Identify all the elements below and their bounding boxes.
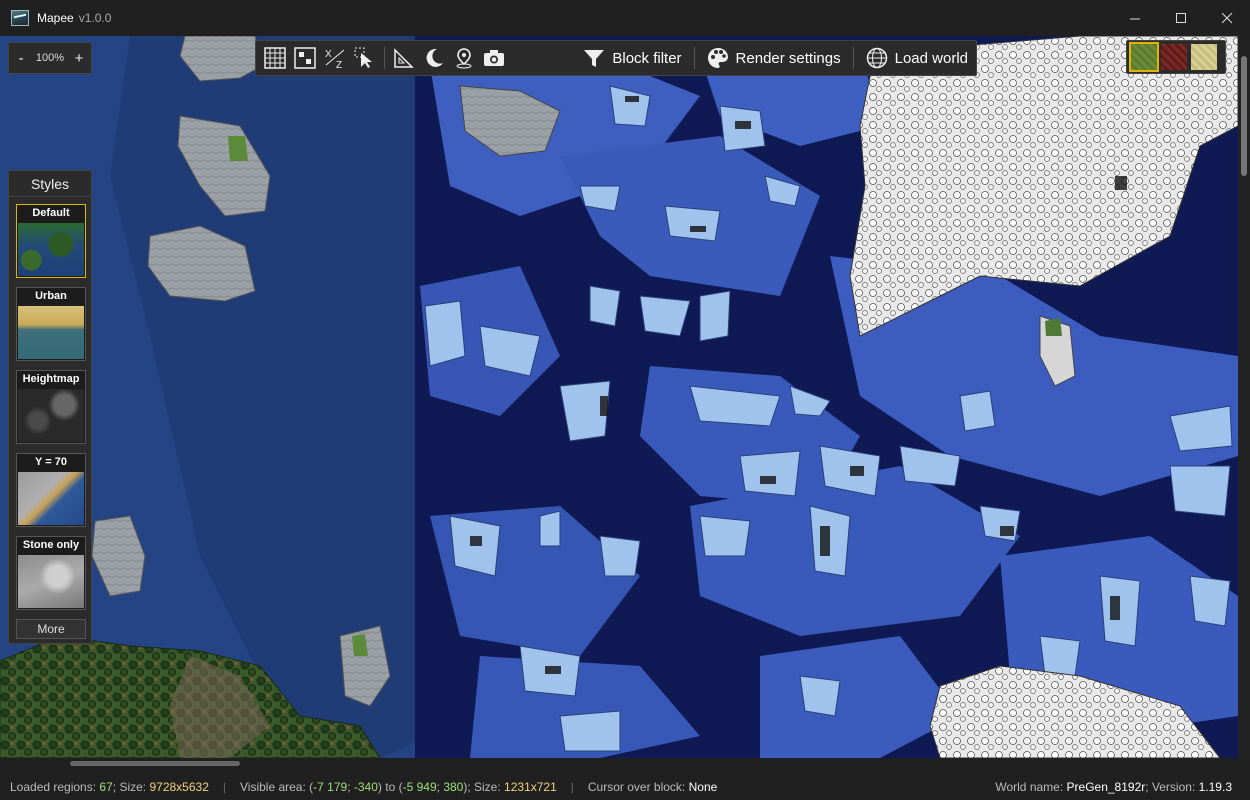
visible-to-y: 380	[443, 780, 464, 794]
style-label: Default	[32, 207, 70, 219]
app-window: Mapee v1.0.0 - 100% + X Z Block filter R…	[0, 0, 1250, 800]
svg-text:X: X	[325, 49, 332, 60]
version-value: 1.19.3	[1198, 780, 1232, 794]
window-controls	[1112, 0, 1250, 36]
cursor-block-value: None	[688, 780, 718, 794]
load-world-label: Load world	[894, 49, 968, 67]
chunk-toggle-button[interactable]	[290, 43, 320, 73]
select-tool-button[interactable]	[350, 43, 380, 73]
chunk-icon	[294, 47, 316, 69]
render-settings-label: Render settings	[735, 49, 841, 67]
style-thumbnail	[18, 223, 84, 276]
load-world-button[interactable]: Load world	[858, 43, 976, 73]
style-thumbnail	[18, 306, 84, 359]
marker-tool-button[interactable]	[449, 43, 479, 73]
styles-panel-title: Styles	[9, 171, 91, 197]
loaded-regions-value: 67	[99, 780, 113, 794]
close-icon	[1221, 12, 1232, 23]
svg-text:Z: Z	[336, 60, 342, 69]
world-name-value: PreGen_8192r	[1066, 780, 1146, 794]
zoom-level: 100%	[35, 52, 65, 64]
style-default[interactable]: Default	[16, 204, 86, 278]
zoom-control: - 100% +	[8, 42, 92, 74]
nether-swatch[interactable]	[1161, 44, 1187, 70]
cursor-block-label: Cursor over block:	[587, 780, 686, 794]
status-bar: Loaded regions: 67; Size: 9728x5632 | Vi…	[0, 774, 1250, 800]
rendered-map	[0, 36, 1238, 758]
style-heightmap[interactable]: Heightmap	[16, 370, 86, 444]
overworld-swatch[interactable]	[1129, 42, 1159, 72]
end-swatch[interactable]	[1191, 44, 1217, 70]
size-value: 9728x5632	[149, 780, 209, 794]
coordinates-icon: X Z	[325, 49, 345, 69]
zoom-out-button[interactable]: -	[14, 50, 28, 67]
dimension-selector	[1126, 40, 1226, 74]
style-thumbnail	[18, 472, 84, 525]
app-logo-icon	[11, 10, 29, 26]
style-urban[interactable]: Urban	[16, 287, 86, 361]
horizontal-scroll-thumb[interactable]	[70, 761, 240, 766]
night-mode-button[interactable]	[419, 43, 449, 73]
maximize-button[interactable]	[1158, 0, 1204, 36]
style-thumbnail	[18, 389, 84, 442]
style-label: Y = 70	[35, 456, 67, 468]
map-canvas[interactable]	[0, 36, 1238, 758]
map-toolbar: X Z Block filter Render settings Load wo…	[255, 40, 977, 76]
globe-icon	[866, 47, 887, 69]
world-info: World name: PreGen_8192r; Version: 1.19.…	[995, 774, 1232, 800]
styles-panel: Styles Default Urban Heightmap Y = 70 St…	[8, 170, 92, 644]
more-styles-button[interactable]: More	[16, 619, 86, 639]
select-cursor-icon	[354, 47, 372, 68]
visible-to-x: -5 949	[402, 780, 437, 794]
style-stone-only[interactable]: Stone only	[16, 536, 86, 610]
visible-from-y: -340	[353, 780, 378, 794]
visible-size-value: 1231x721	[504, 780, 557, 794]
maximize-icon	[1175, 12, 1186, 23]
render-settings-button[interactable]: Render settings	[699, 43, 849, 73]
ruler-icon	[394, 48, 414, 68]
minimize-button[interactable]	[1112, 0, 1158, 36]
style-label: Urban	[35, 290, 67, 302]
close-button[interactable]	[1204, 0, 1250, 36]
title-bar: Mapee v1.0.0	[0, 0, 1250, 36]
ruler-tool-button[interactable]	[389, 43, 419, 73]
toolbar-separator	[693, 47, 695, 69]
zoom-in-button[interactable]: +	[72, 50, 86, 67]
block-filter-button[interactable]: Block filter	[575, 43, 689, 73]
marker-icon	[456, 48, 472, 69]
coordinates-toggle-button[interactable]: X Z	[320, 43, 350, 73]
style-label: Stone only	[22, 539, 80, 551]
visible-area-label: Visible area:	[240, 780, 306, 794]
screenshot-button[interactable]	[479, 43, 509, 73]
grid-toggle-button[interactable]	[260, 43, 290, 73]
style-y70[interactable]: Y = 70	[16, 453, 86, 527]
app-title: Mapee	[37, 11, 74, 25]
palette-icon	[707, 48, 728, 68]
vertical-scroll-thumb[interactable]	[1241, 56, 1247, 176]
block-filter-label: Block filter	[612, 49, 682, 67]
size-label: ; Size:	[112, 780, 147, 794]
style-thumbnail	[18, 555, 84, 608]
minimize-icon	[1129, 18, 1140, 19]
app-version: v1.0.0	[78, 11, 112, 25]
grid-icon	[264, 47, 286, 69]
night-mode-icon	[426, 48, 443, 67]
version-label: ; Version:	[1145, 780, 1196, 794]
toolbar-separator	[852, 47, 854, 69]
screenshot-icon	[484, 50, 504, 66]
filter-icon	[584, 50, 605, 67]
style-label: Heightmap	[22, 373, 80, 385]
loaded-regions-label: Loaded regions:	[10, 780, 97, 794]
toolbar-separator	[384, 47, 385, 69]
world-name-label: World name:	[995, 780, 1064, 794]
visible-from-x: -7 179	[313, 780, 348, 794]
vertical-scrollbar[interactable]	[1238, 36, 1250, 758]
